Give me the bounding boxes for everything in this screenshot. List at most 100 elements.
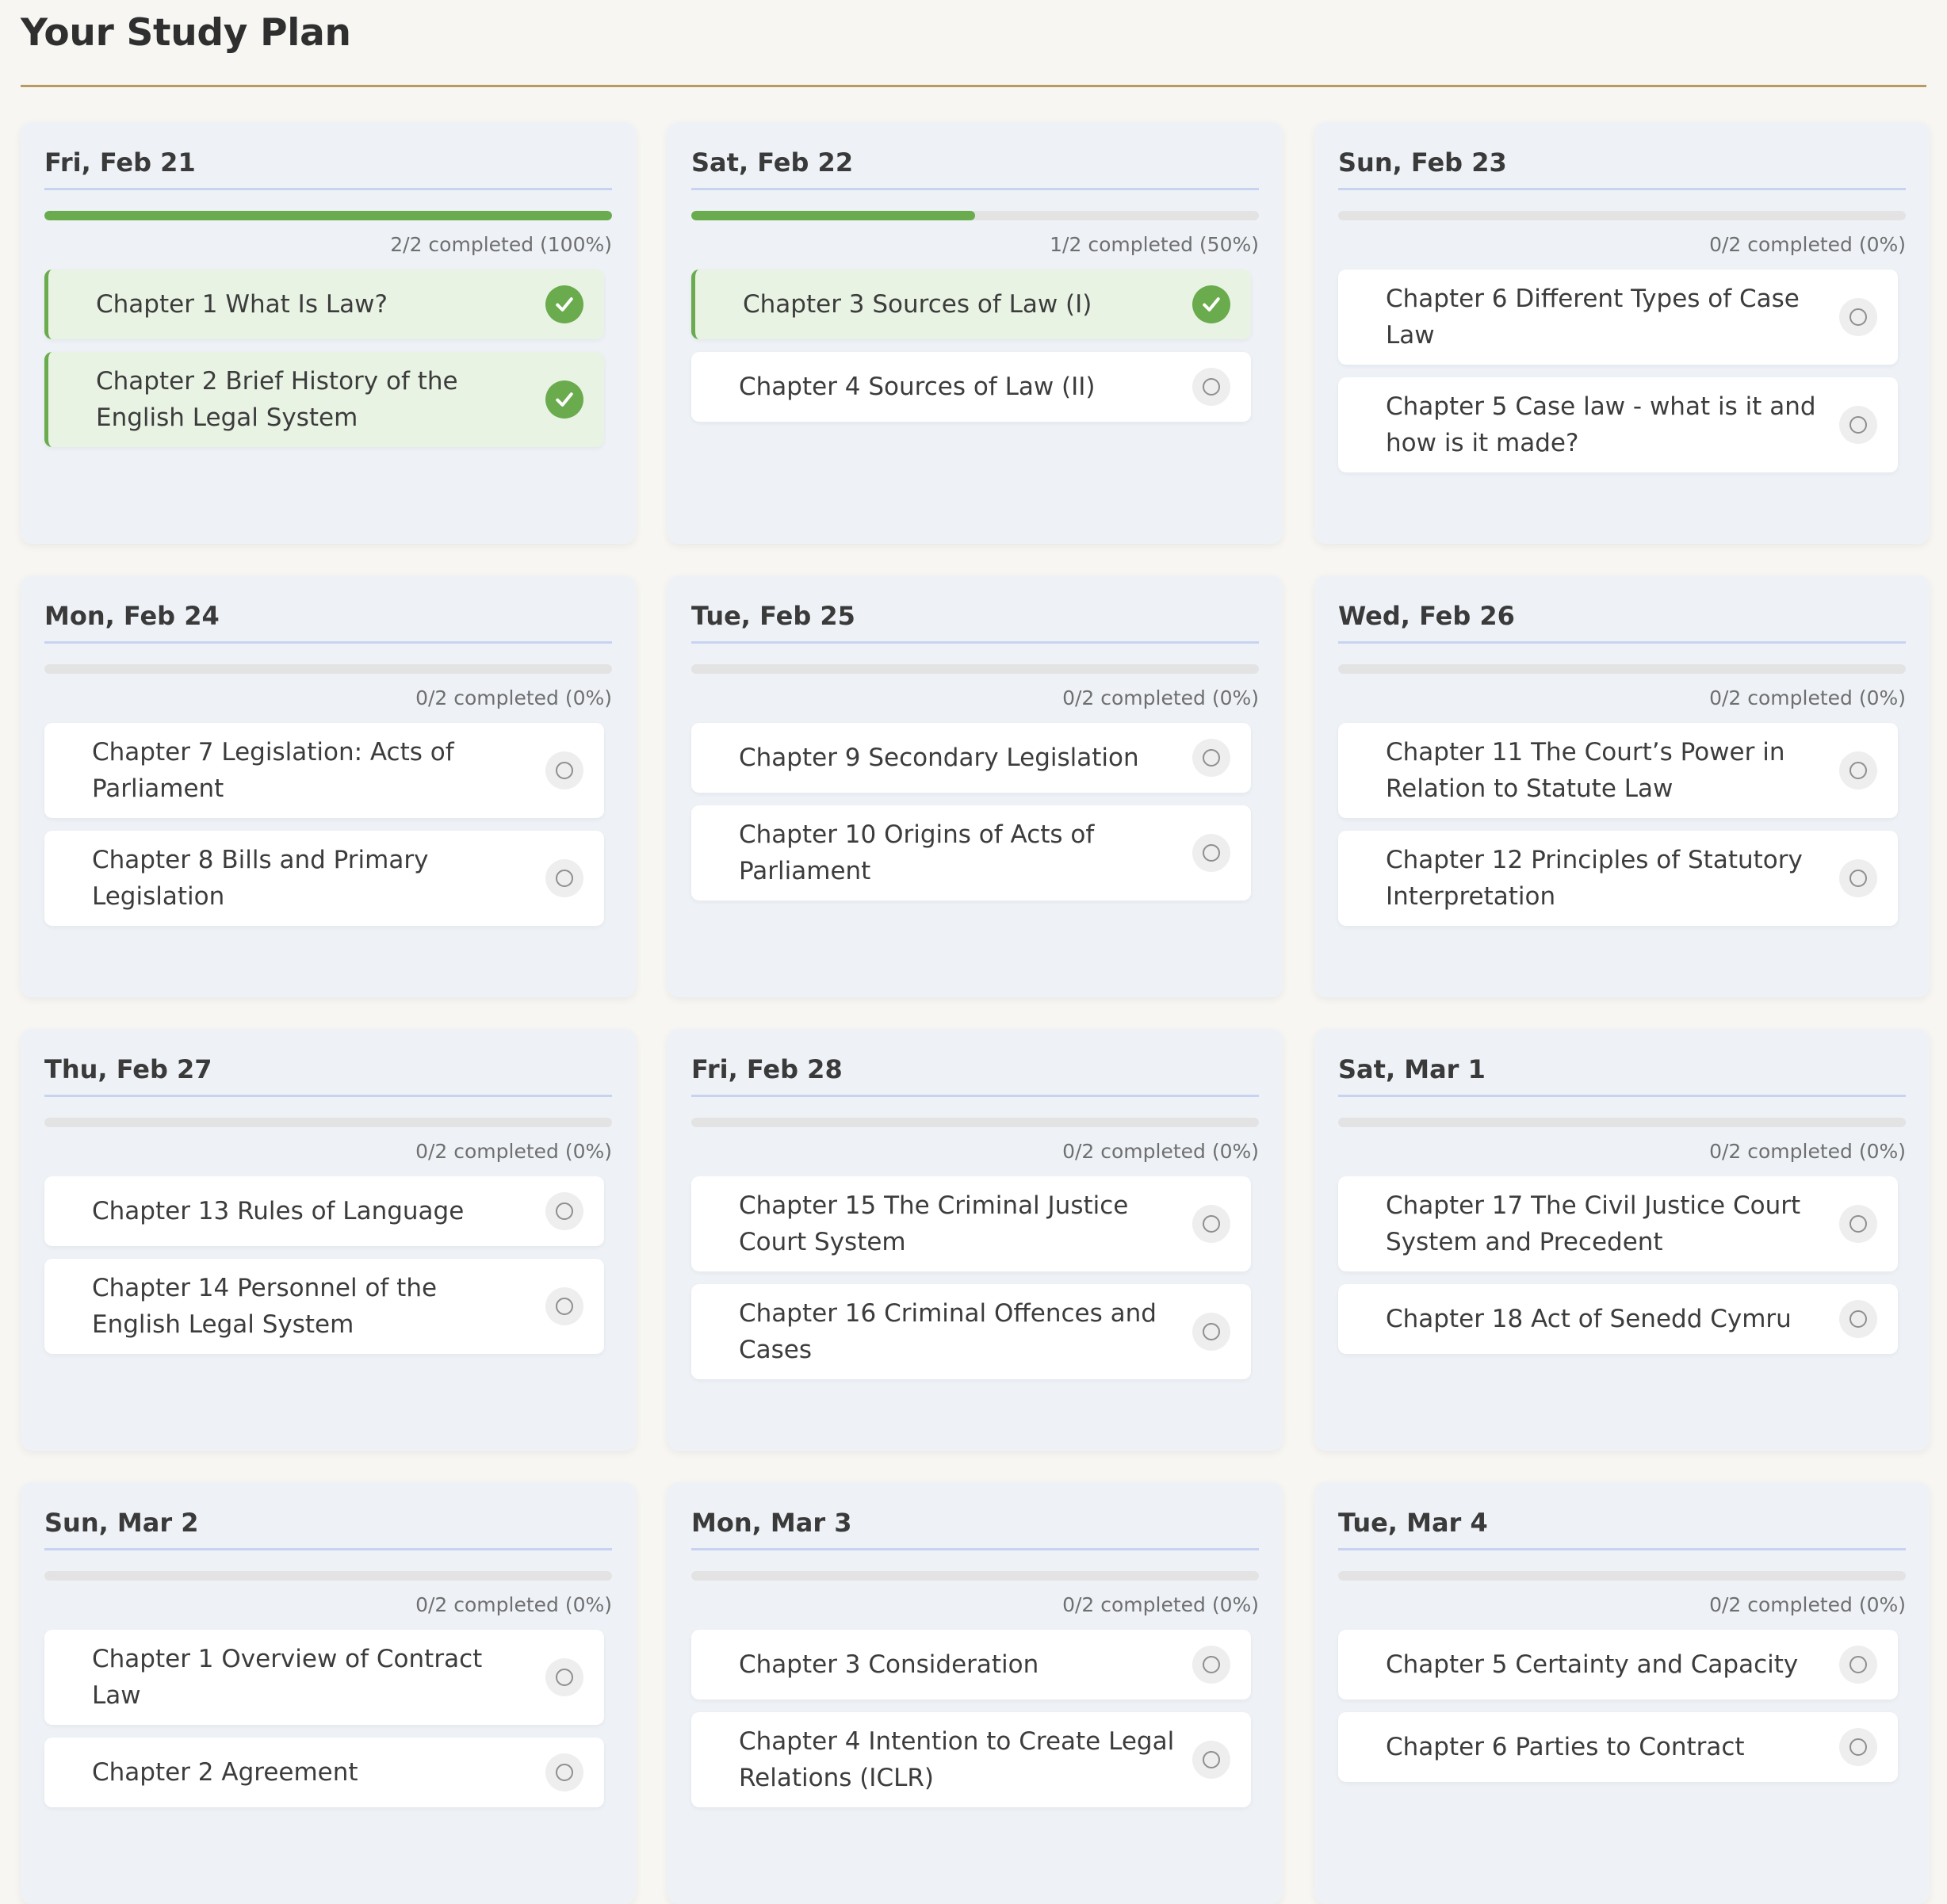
- progress-text: 1/2 completed (50%): [1050, 233, 1259, 256]
- day-grid: Fri, Feb 21 2/2 completed (100%) Chapter 1…: [21, 122, 1930, 1904]
- circle-outline-icon: [1203, 1751, 1220, 1768]
- task-label: Chapter 1 Overview of Contract Law: [92, 1645, 483, 1710]
- progress-text: 0/2 completed (0%): [1062, 1593, 1259, 1616]
- task-item[interactable]: Chapter 6 Different Types of Case Law: [1338, 270, 1898, 365]
- task-item[interactable]: Chapter 3 Sources of Law (I): [691, 270, 1251, 339]
- empty-circle-icon[interactable]: [1192, 1205, 1230, 1243]
- day-date: Sat, Mar 1: [1338, 1049, 1906, 1097]
- day-date: Fri, Feb 28: [691, 1049, 1259, 1097]
- task-list: Chapter 15 The Criminal Justice Court Sy…: [691, 1176, 1251, 1379]
- task-item[interactable]: Chapter 5 Case law - what is it and how …: [1338, 377, 1898, 472]
- task-item[interactable]: Chapter 1 What Is Law?: [44, 270, 604, 339]
- empty-circle-icon[interactable]: [1192, 1313, 1230, 1351]
- task-item[interactable]: Chapter 3 Consideration: [691, 1630, 1251, 1699]
- circle-outline-icon: [1849, 308, 1867, 326]
- empty-circle-icon[interactable]: [545, 859, 583, 897]
- empty-circle-icon[interactable]: [1192, 1646, 1230, 1684]
- task-item[interactable]: Chapter 9 Secondary Legislation: [691, 723, 1251, 793]
- progress-text: 0/2 completed (0%): [415, 686, 612, 709]
- progress-text: 0/2 completed (0%): [1709, 233, 1906, 256]
- progress-bar: [44, 1571, 612, 1581]
- study-plan-page: Your Study Plan Fri, Feb 21 2/2 completed…: [0, 0, 1947, 1904]
- circle-outline-icon: [1203, 1323, 1220, 1340]
- circle-outline-icon: [556, 1202, 573, 1220]
- task-label: Chapter 4 Sources of Law (II): [739, 373, 1096, 401]
- progress-bar: [44, 664, 612, 674]
- task-item[interactable]: Chapter 13 Rules of Language: [44, 1176, 604, 1246]
- empty-circle-icon[interactable]: [1192, 739, 1230, 777]
- task-label: Chapter 6 Different Types of Case Law: [1386, 285, 1800, 350]
- task-item[interactable]: Chapter 1 Overview of Contract Law: [44, 1630, 604, 1725]
- empty-circle-icon[interactable]: [545, 1287, 583, 1325]
- task-item[interactable]: Chapter 16 Criminal Offences and Cases: [691, 1284, 1251, 1379]
- empty-circle-icon[interactable]: [1839, 1300, 1877, 1338]
- circle-outline-icon: [1203, 378, 1220, 396]
- progress-text: 0/2 completed (0%): [1062, 686, 1259, 709]
- task-label: Chapter 3 Sources of Law (I): [743, 290, 1092, 319]
- day-date: Fri, Feb 21: [44, 143, 612, 190]
- circle-outline-icon: [556, 762, 573, 779]
- task-list: Chapter 17 The Civil Justice Court Syste…: [1338, 1176, 1898, 1354]
- task-item[interactable]: Chapter 8 Bills and Primary Legislation: [44, 831, 604, 926]
- task-label: Chapter 12 Principles of Statutory Inter…: [1386, 846, 1803, 911]
- day-date: Tue, Mar 4: [1338, 1503, 1906, 1550]
- day-date: Sat, Feb 22: [691, 143, 1259, 190]
- circle-outline-icon: [1849, 762, 1867, 779]
- empty-circle-icon[interactable]: [545, 751, 583, 790]
- progress-text: 0/2 completed (0%): [415, 1593, 612, 1616]
- task-item[interactable]: Chapter 4 Sources of Law (II): [691, 352, 1251, 422]
- empty-circle-icon[interactable]: [1839, 1646, 1877, 1684]
- day-card: Sat, Feb 22 1/2 completed (50%) Chapter 3 …: [667, 122, 1283, 544]
- empty-circle-icon[interactable]: [1192, 834, 1230, 872]
- task-label: Chapter 15 The Criminal Justice Court Sy…: [739, 1191, 1129, 1256]
- progress-bar: [1338, 211, 1906, 220]
- checkmark-icon[interactable]: [545, 285, 583, 323]
- day-card: Mon, Feb 24 0/2 completed (0%) Chapter 7 L…: [21, 575, 636, 997]
- day-date: Wed, Feb 26: [1338, 596, 1906, 644]
- page-header: Your Study Plan: [21, 0, 1926, 87]
- empty-circle-icon[interactable]: [1192, 368, 1230, 406]
- task-item[interactable]: Chapter 12 Principles of Statutory Inter…: [1338, 831, 1898, 926]
- task-item[interactable]: Chapter 4 Intention to Create Legal Rela…: [691, 1712, 1251, 1807]
- task-label: Chapter 3 Consideration: [739, 1650, 1039, 1679]
- empty-circle-icon[interactable]: [545, 1192, 583, 1230]
- task-item[interactable]: Chapter 5 Certainty and Capacity: [1338, 1630, 1898, 1699]
- empty-circle-icon[interactable]: [1192, 1741, 1230, 1779]
- task-label: Chapter 7 Legislation: Acts of Parliamen…: [92, 738, 454, 803]
- task-label: Chapter 9 Secondary Legislation: [739, 744, 1139, 772]
- task-item[interactable]: Chapter 7 Legislation: Acts of Parliamen…: [44, 723, 604, 818]
- page-title: Your Study Plan: [21, 11, 351, 55]
- task-label: Chapter 13 Rules of Language: [92, 1197, 465, 1225]
- empty-circle-icon[interactable]: [1839, 406, 1877, 444]
- task-item[interactable]: Chapter 11 The Court’s Power in Relation…: [1338, 723, 1898, 818]
- empty-circle-icon[interactable]: [1839, 1728, 1877, 1766]
- circle-outline-icon: [1203, 1656, 1220, 1673]
- day-card: Sun, Mar 2 0/2 completed (0%) Chapter 1 Ov…: [21, 1482, 636, 1904]
- task-item[interactable]: Chapter 2 Agreement: [44, 1738, 604, 1807]
- progress-bar: [44, 211, 612, 220]
- empty-circle-icon[interactable]: [545, 1753, 583, 1791]
- progress-text: 0/2 completed (0%): [415, 1140, 612, 1163]
- empty-circle-icon[interactable]: [545, 1658, 583, 1696]
- task-item[interactable]: Chapter 17 The Civil Justice Court Syste…: [1338, 1176, 1898, 1271]
- empty-circle-icon[interactable]: [1839, 298, 1877, 336]
- task-label: Chapter 18 Act of Senedd Cymru: [1386, 1305, 1792, 1333]
- progress-text: 2/2 completed (100%): [390, 233, 612, 256]
- task-list: Chapter 1 What Is Law? Chapter 2 Brief Hi…: [44, 270, 604, 447]
- task-item[interactable]: Chapter 2 Brief History of the English L…: [44, 352, 604, 447]
- task-item[interactable]: Chapter 18 Act of Senedd Cymru: [1338, 1284, 1898, 1354]
- task-item[interactable]: Chapter 14 Personnel of the English Lega…: [44, 1259, 604, 1354]
- circle-outline-icon: [1203, 749, 1220, 767]
- task-item[interactable]: Chapter 6 Parties to Contract: [1338, 1712, 1898, 1782]
- task-item[interactable]: Chapter 10 Origins of Acts of Parliament: [691, 805, 1251, 900]
- checkmark-icon[interactable]: [545, 380, 583, 419]
- task-item[interactable]: Chapter 15 The Criminal Justice Court Sy…: [691, 1176, 1251, 1271]
- circle-outline-icon: [1849, 870, 1867, 887]
- empty-circle-icon[interactable]: [1839, 859, 1877, 897]
- empty-circle-icon[interactable]: [1839, 751, 1877, 790]
- task-label: Chapter 10 Origins of Acts of Parliament: [739, 820, 1095, 885]
- task-label: Chapter 4 Intention to Create Legal Rela…: [739, 1727, 1175, 1792]
- checkmark-icon[interactable]: [1192, 285, 1230, 323]
- task-label: Chapter 16 Criminal Offences and Cases: [739, 1299, 1157, 1364]
- empty-circle-icon[interactable]: [1839, 1205, 1877, 1243]
